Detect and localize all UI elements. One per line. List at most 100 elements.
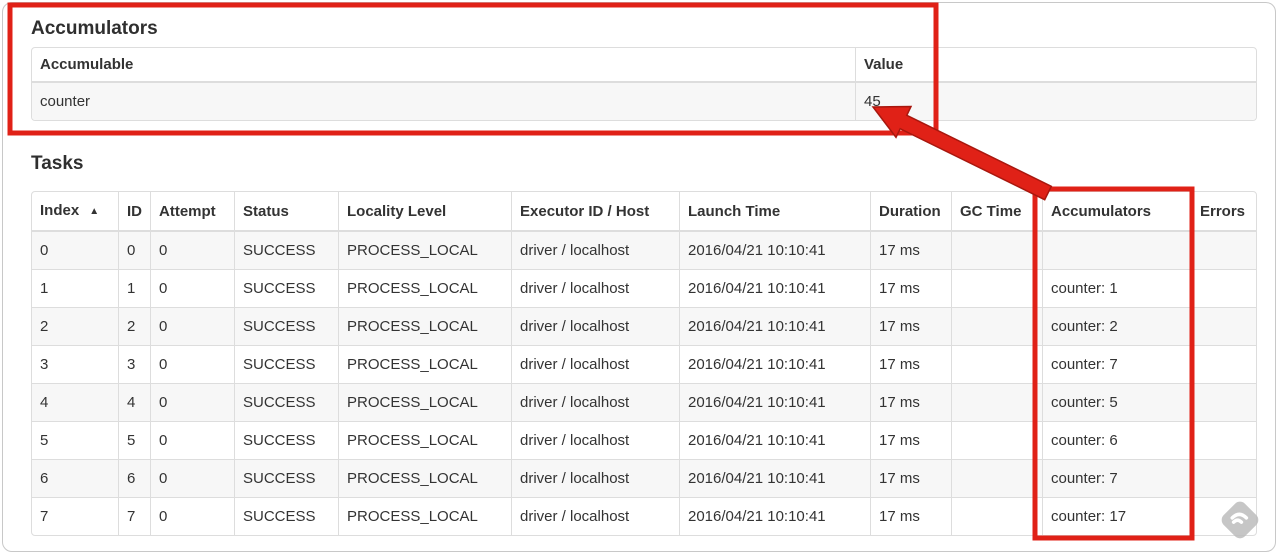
task-cell-errors [1191, 232, 1256, 269]
task-cell-index: 4 [32, 383, 118, 421]
task-cell-errors [1191, 307, 1256, 345]
col-header-label: Locality Level [347, 202, 447, 220]
task-col-header-status[interactable]: Status [234, 192, 338, 232]
task-cell-locality_level: PROCESS_LOCAL [338, 307, 511, 345]
task-cell-attempt: 0 [150, 421, 234, 459]
task-cell-index: 1 [32, 269, 118, 307]
task-cell-executor_id_host: driver / localhost [511, 345, 679, 383]
task-cell-locality_level: PROCESS_LOCAL [338, 232, 511, 269]
task-cell-gc_time [951, 269, 1042, 307]
col-header-label: Launch Time [688, 202, 781, 220]
accumulable-row: counter 45 [32, 83, 1256, 120]
task-cell-duration: 17 ms [870, 345, 951, 383]
task-cell-executor_id_host: driver / localhost [511, 497, 679, 535]
task-cell-attempt: 0 [150, 269, 234, 307]
task-cell-status: SUCCESS [234, 421, 338, 459]
col-header-label: Duration [879, 202, 941, 220]
page-frame: Accumulators Accumulable Value counter 45 … [2, 2, 1276, 552]
task-col-header-gc_time[interactable]: GC Time [951, 192, 1042, 232]
task-cell-id: 4 [118, 383, 150, 421]
task-row: 6 6 0 SUCCESS PROCESS_LOCAL driver / localhos… [32, 459, 1256, 497]
task-cell-executor_id_host: driver / localhost [511, 421, 679, 459]
task-cell-launch_time: 2016/04/21 10:10:41 [679, 459, 870, 497]
task-cell-duration: 17 ms [870, 459, 951, 497]
task-row: 5 5 0 SUCCESS PROCESS_LOCAL driver / localhos… [32, 421, 1256, 459]
task-cell-attempt: 0 [150, 307, 234, 345]
col-header-label: Errors [1200, 202, 1246, 220]
task-cell-status: SUCCESS [234, 269, 338, 307]
task-cell-accumulators: counter: 1 [1042, 269, 1191, 307]
col-header-label: Executor ID / Host [520, 202, 650, 220]
task-cell-launch_time: 2016/04/21 10:10:41 [679, 421, 870, 459]
col-header-label: Index [40, 202, 80, 219]
task-cell-duration: 17 ms [870, 269, 951, 307]
tasks-table: Index ▲ ID Attempt Status Locality Level Execu… [31, 191, 1257, 536]
task-col-header-errors[interactable]: Errors [1191, 192, 1256, 232]
task-col-header-locality_level[interactable]: Locality Level [338, 192, 511, 232]
task-col-header-id[interactable]: ID [118, 192, 150, 232]
task-cell-id: 5 [118, 421, 150, 459]
task-cell-errors [1191, 383, 1256, 421]
accumulable-cell-accumulable: counter [40, 93, 91, 110]
task-cell-status: SUCCESS [234, 345, 338, 383]
task-cell-locality_level: PROCESS_LOCAL [338, 383, 511, 421]
task-cell-errors [1191, 269, 1256, 307]
task-cell-status: SUCCESS [234, 459, 338, 497]
task-cell-accumulators: counter: 7 [1042, 345, 1191, 383]
task-cell-launch_time: 2016/04/21 10:10:41 [679, 307, 870, 345]
task-cell-gc_time [951, 232, 1042, 269]
task-cell-duration: 17 ms [870, 307, 951, 345]
task-cell-launch_time: 2016/04/21 10:10:41 [679, 232, 870, 269]
task-row: 2 2 0 SUCCESS PROCESS_LOCAL driver / localhos… [32, 307, 1256, 345]
accumulable-col-header-accumulable: Accumulable [32, 48, 855, 83]
accumulable-col-header-value: Value [855, 48, 1256, 83]
task-cell-index: 6 [32, 459, 118, 497]
task-cell-duration: 17 ms [870, 383, 951, 421]
task-cell-locality_level: PROCESS_LOCAL [338, 497, 511, 535]
task-cell-id: 3 [118, 345, 150, 383]
task-cell-errors [1191, 345, 1256, 383]
task-cell-id: 0 [118, 232, 150, 269]
task-cell-attempt: 0 [150, 345, 234, 383]
task-cell-accumulators: counter: 2 [1042, 307, 1191, 345]
col-header-label: Value [864, 56, 904, 73]
task-col-header-launch_time[interactable]: Launch Time [679, 192, 870, 232]
task-col-header-executor_id_host[interactable]: Executor ID / Host [511, 192, 679, 232]
task-cell-accumulators: counter: 17 [1042, 497, 1191, 535]
task-cell-attempt: 0 [150, 497, 234, 535]
task-cell-id: 6 [118, 459, 150, 497]
col-header-label: Accumulators [1051, 202, 1152, 220]
task-cell-duration: 17 ms [870, 232, 951, 269]
task-row: 0 0 0 SUCCESS PROCESS_LOCAL driver / localhos… [32, 232, 1256, 269]
task-cell-attempt: 0 [150, 232, 234, 269]
feedly-logo-icon [1221, 501, 1259, 539]
task-cell-executor_id_host: driver / localhost [511, 269, 679, 307]
col-header-label: Accumulable [40, 56, 134, 73]
task-cell-locality_level: PROCESS_LOCAL [338, 269, 511, 307]
task-col-header-duration[interactable]: Duration [870, 192, 951, 232]
task-cell-accumulators: counter: 5 [1042, 383, 1191, 421]
task-cell-status: SUCCESS [234, 232, 338, 269]
task-cell-launch_time: 2016/04/21 10:10:41 [679, 269, 870, 307]
accumulators-table: Accumulable Value counter 45 [31, 47, 1257, 121]
task-cell-launch_time: 2016/04/21 10:10:41 [679, 345, 870, 383]
task-cell-index: 5 [32, 421, 118, 459]
task-cell-attempt: 0 [150, 459, 234, 497]
task-col-header-accumulators[interactable]: Accumulators [1042, 192, 1191, 232]
task-cell-accumulators: counter: 6 [1042, 421, 1191, 459]
task-cell-status: SUCCESS [234, 383, 338, 421]
task-cell-errors [1191, 421, 1256, 459]
task-row: 3 3 0 SUCCESS PROCESS_LOCAL driver / localhos… [32, 345, 1256, 383]
task-cell-launch_time: 2016/04/21 10:10:41 [679, 497, 870, 535]
task-col-header-attempt[interactable]: Attempt [150, 192, 234, 232]
accumulators-section-title: Accumulators [31, 18, 158, 39]
task-header-row: Index ▲ ID Attempt Status Locality Level Execu… [32, 192, 1256, 232]
task-cell-index: 7 [32, 497, 118, 535]
task-cell-gc_time [951, 421, 1042, 459]
task-cell-status: SUCCESS [234, 307, 338, 345]
task-cell-gc_time [951, 383, 1042, 421]
task-cell-gc_time [951, 345, 1042, 383]
task-cell-index: 3 [32, 345, 118, 383]
task-col-header-index[interactable]: Index ▲ [32, 192, 118, 232]
task-cell-locality_level: PROCESS_LOCAL [338, 345, 511, 383]
